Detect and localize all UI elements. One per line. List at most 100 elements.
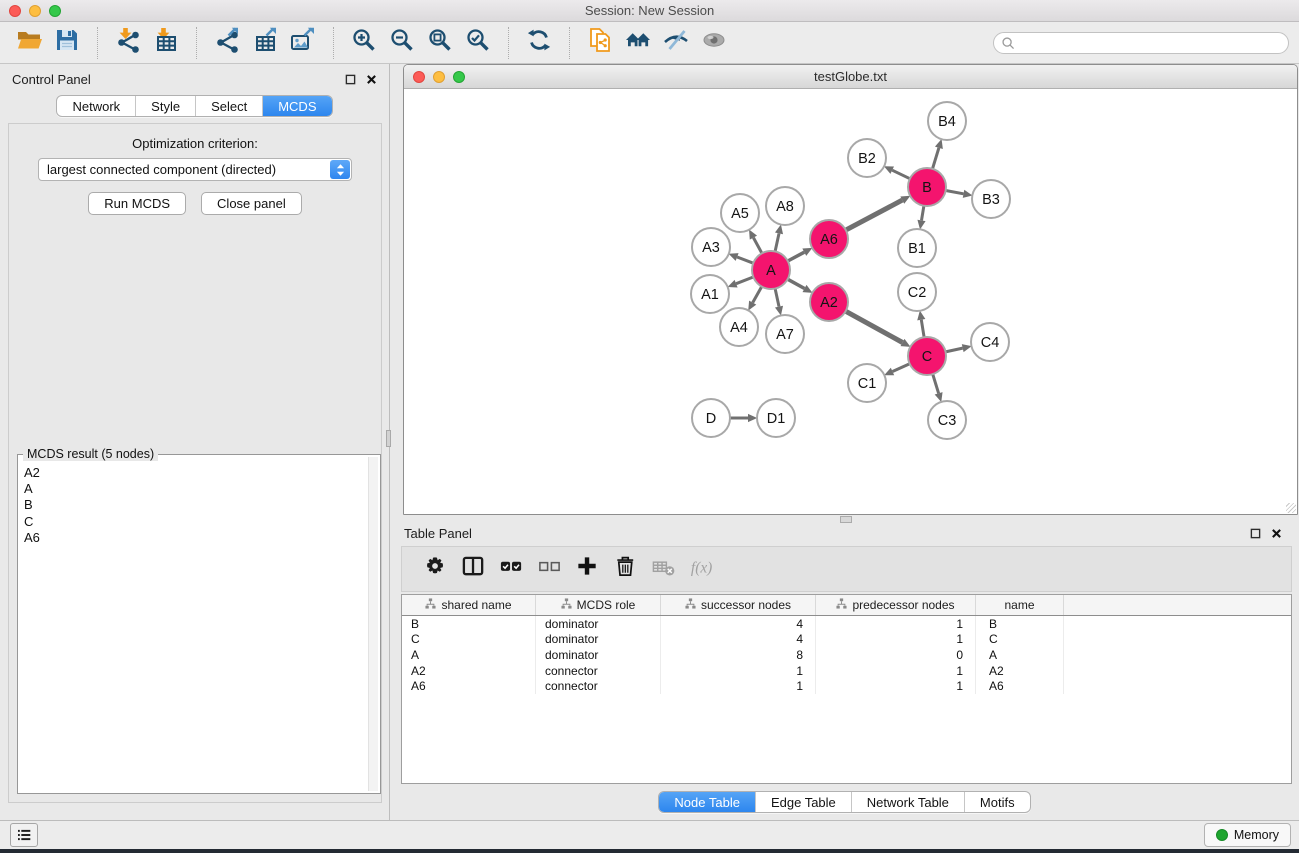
table-row-b[interactable]: Bdominator41B bbox=[402, 616, 1291, 632]
network-canvas[interactable]: B4 B2 B B3 A8A5 A6 A3 B1 A A1 C2 A2 A4A7 C4 C C1 C3 D D1 bbox=[404, 89, 1297, 514]
result-item-a2[interactable]: A2 bbox=[24, 465, 364, 481]
criterion-dropdown[interactable]: largest connected component (directed) bbox=[38, 158, 352, 181]
graph-node-C[interactable]: C bbox=[908, 337, 946, 375]
tab-mcds[interactable]: MCDS bbox=[262, 96, 331, 116]
column-header-successor-nodes[interactable]: successor nodes bbox=[661, 595, 816, 615]
zoom-in-button[interactable] bbox=[349, 28, 379, 58]
gear-button[interactable] bbox=[416, 553, 454, 585]
edge-A-A8[interactable] bbox=[775, 233, 779, 251]
edge-B-B2[interactable] bbox=[892, 170, 910, 179]
save-session-button[interactable] bbox=[52, 28, 82, 58]
vertical-splitter-handle[interactable] bbox=[386, 430, 391, 447]
edge-B-B3[interactable] bbox=[946, 191, 964, 194]
graph-node-D[interactable]: D bbox=[692, 399, 730, 437]
result-item-c[interactable]: C bbox=[24, 514, 364, 530]
run-mcds-button[interactable]: Run MCDS bbox=[88, 192, 186, 215]
tab-network[interactable]: Network bbox=[57, 96, 135, 116]
graph-node-C2[interactable]: C2 bbox=[898, 273, 936, 311]
column-header-name[interactable]: name bbox=[976, 595, 1064, 615]
tab-motifs[interactable]: Motifs bbox=[964, 792, 1030, 812]
network-zoom-button[interactable] bbox=[453, 71, 465, 83]
float-panel-icon[interactable] bbox=[345, 74, 356, 85]
columns-button[interactable] bbox=[454, 553, 492, 585]
import-table-button[interactable] bbox=[151, 28, 181, 58]
tab-select[interactable]: Select bbox=[195, 96, 262, 116]
memory-button[interactable]: Memory bbox=[1204, 823, 1291, 847]
task-history-button[interactable] bbox=[10, 823, 38, 847]
network-close-button[interactable] bbox=[413, 71, 425, 83]
export-image-button[interactable] bbox=[288, 28, 318, 58]
tab-style[interactable]: Style bbox=[135, 96, 195, 116]
table-row-a[interactable]: Adominator80A bbox=[402, 647, 1291, 663]
graph-node-C4[interactable]: C4 bbox=[971, 323, 1009, 361]
open-session-button[interactable] bbox=[14, 28, 44, 58]
tab-edge-table[interactable]: Edge Table bbox=[755, 792, 851, 812]
show-columns-button[interactable] bbox=[492, 553, 530, 585]
edge-A-A6[interactable] bbox=[788, 252, 805, 261]
table-row-a2[interactable]: A2connector11A2 bbox=[402, 663, 1291, 679]
graph-node-B1[interactable]: B1 bbox=[898, 229, 936, 267]
result-item-a6[interactable]: A6 bbox=[24, 530, 364, 546]
graph-node-C3[interactable]: C3 bbox=[928, 401, 966, 439]
graph-node-B2[interactable]: B2 bbox=[848, 139, 886, 177]
graph-node-C1[interactable]: C1 bbox=[848, 364, 886, 402]
add-row-button[interactable] bbox=[568, 553, 606, 585]
edge-A-A7[interactable] bbox=[775, 289, 779, 307]
graph-node-D1[interactable]: D1 bbox=[757, 399, 795, 437]
close-panel-icon[interactable] bbox=[366, 74, 377, 85]
graph-node-B3[interactable]: B3 bbox=[972, 180, 1010, 218]
import-network-button[interactable] bbox=[113, 28, 143, 58]
delete-row-button[interactable] bbox=[606, 553, 644, 585]
result-scrollbar[interactable] bbox=[368, 457, 378, 791]
edge-A2-C[interactable] bbox=[846, 311, 903, 342]
refresh-layout-button[interactable] bbox=[524, 28, 554, 58]
column-header-shared-name[interactable]: shared name bbox=[402, 595, 536, 615]
zoom-out-button[interactable] bbox=[387, 28, 417, 58]
table-row-a6[interactable]: A6connector11A6 bbox=[402, 678, 1291, 694]
close-panel-button[interactable]: Close panel bbox=[201, 192, 302, 215]
export-network-button[interactable] bbox=[212, 28, 242, 58]
edge-A-A2[interactable] bbox=[788, 279, 805, 288]
network-minimize-button[interactable] bbox=[433, 71, 445, 83]
graph-node-A8[interactable]: A8 bbox=[766, 187, 804, 225]
hide-selected-button[interactable] bbox=[661, 28, 691, 58]
zoom-fit-button[interactable] bbox=[425, 28, 455, 58]
edge-C-C3[interactable] bbox=[933, 374, 939, 393]
graph-node-A6[interactable]: A6 bbox=[810, 220, 848, 258]
column-header-mcds-role[interactable]: MCDS role bbox=[536, 595, 661, 615]
hide-columns-button[interactable] bbox=[530, 553, 568, 585]
zoom-selected-button[interactable] bbox=[463, 28, 493, 58]
edge-A6-B[interactable] bbox=[846, 200, 903, 230]
graph-node-A7[interactable]: A7 bbox=[766, 315, 804, 353]
column-header-predecessor-nodes[interactable]: predecessor nodes bbox=[816, 595, 976, 615]
graph-node-A4[interactable]: A4 bbox=[720, 308, 758, 346]
search-input[interactable] bbox=[993, 32, 1289, 54]
close-table-panel-icon[interactable] bbox=[1271, 528, 1282, 539]
edge-B-B4[interactable] bbox=[933, 148, 939, 169]
edge-A-A1[interactable] bbox=[736, 277, 753, 284]
edge-A-A4[interactable] bbox=[753, 287, 762, 303]
edge-A-A3[interactable] bbox=[737, 257, 753, 263]
graph-node-A3[interactable]: A3 bbox=[692, 228, 730, 266]
graph-node-B4[interactable]: B4 bbox=[928, 102, 966, 140]
graph-node-A5[interactable]: A5 bbox=[721, 194, 759, 232]
edge-C-C2[interactable] bbox=[921, 320, 924, 338]
first-neighbors-button[interactable] bbox=[623, 28, 653, 58]
edge-B-B1[interactable] bbox=[922, 206, 924, 221]
edge-A-A5[interactable] bbox=[753, 238, 762, 254]
float-table-panel-icon[interactable] bbox=[1250, 528, 1261, 539]
graph-node-A2[interactable]: A2 bbox=[810, 283, 848, 321]
resize-grip-icon[interactable] bbox=[1286, 503, 1296, 513]
result-item-b[interactable]: B bbox=[24, 497, 364, 513]
clone-network-button[interactable] bbox=[585, 28, 615, 58]
graph-node-A[interactable]: A bbox=[752, 251, 790, 289]
show-all-button[interactable] bbox=[699, 28, 729, 58]
tab-node-table[interactable]: Node Table bbox=[659, 792, 755, 812]
tab-network-table[interactable]: Network Table bbox=[851, 792, 964, 812]
export-table-button[interactable] bbox=[250, 28, 280, 58]
table-row-c[interactable]: Cdominator41C bbox=[402, 632, 1291, 648]
edge-C-C1[interactable] bbox=[893, 364, 910, 372]
graph-node-B[interactable]: B bbox=[908, 168, 946, 206]
graph-node-A1[interactable]: A1 bbox=[691, 275, 729, 313]
result-item-a[interactable]: A bbox=[24, 481, 364, 497]
